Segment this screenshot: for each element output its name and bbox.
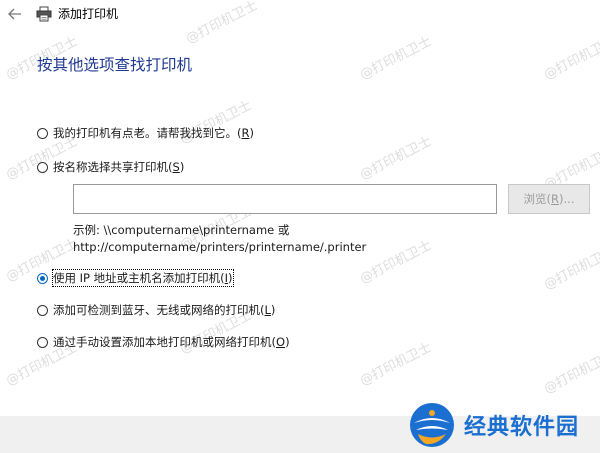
option-bluetooth-wireless[interactable]: 添加可检测到蓝牙、无线或网络的打印机(L) xyxy=(37,302,275,318)
browse-button[interactable]: 浏览(R)... xyxy=(508,184,590,214)
watermark: @打印机卫士 xyxy=(357,34,435,83)
option-shared-printer[interactable]: 按名称选择共享打印机(S) xyxy=(37,159,184,175)
shared-printer-name-input[interactable] xyxy=(73,184,497,214)
option-manual-setup[interactable]: 通过手动设置添加本地打印机或网络打印机(O) xyxy=(37,334,290,350)
radio-ip-hostname[interactable] xyxy=(37,272,48,284)
watermark: @打印机卫士 xyxy=(541,348,600,397)
option-old-printer[interactable]: 我的打印机有点老。请帮我找到它。(R) xyxy=(37,125,254,141)
brand-name: 经典软件园 xyxy=(464,415,580,440)
watermark: @打印机卫士 xyxy=(357,134,435,183)
page-heading: 按其他选项查找打印机 xyxy=(37,56,193,74)
watermark: @打印机卫士 xyxy=(357,340,435,389)
option-bluetooth-wireless-label: 添加可检测到蓝牙、无线或网络的打印机(L) xyxy=(53,303,276,317)
radio-old-printer[interactable] xyxy=(37,127,48,139)
window-title: 添加打印机 xyxy=(58,7,119,21)
option-old-printer-label: 我的打印机有点老。请帮我找到它。(R) xyxy=(53,126,254,140)
printer-icon xyxy=(36,6,52,22)
example-text: 示例: \\computername\printername 或 http://… xyxy=(73,222,366,256)
example-line-1: 示例: \\computername\printername 或 xyxy=(73,223,290,237)
watermark: @打印机卫士 xyxy=(357,238,435,287)
watermark: @打印机卫士 xyxy=(541,244,600,293)
arrow-left-icon[interactable] xyxy=(6,5,24,23)
brand-logo-icon xyxy=(408,401,456,449)
option-shared-printer-label: 按名称选择共享打印机(S) xyxy=(53,160,185,174)
radio-manual-setup[interactable] xyxy=(37,336,48,348)
option-ip-hostname[interactable]: 使用 IP 地址或主机名添加打印机(I) xyxy=(37,269,234,287)
option-ip-hostname-label: 使用 IP 地址或主机名添加打印机(I) xyxy=(52,269,234,287)
radio-shared-printer[interactable] xyxy=(37,161,48,173)
example-line-2: http://computername/printers/printername… xyxy=(73,240,367,254)
option-manual-setup-label: 通过手动设置添加本地打印机或网络打印机(O) xyxy=(53,335,290,349)
radio-bluetooth-wireless[interactable] xyxy=(37,304,48,316)
watermark: @打印机卫士 xyxy=(541,34,600,83)
brand-watermark: 经典软件园 xyxy=(408,397,600,453)
title-bar: 添加打印机 xyxy=(0,0,600,30)
